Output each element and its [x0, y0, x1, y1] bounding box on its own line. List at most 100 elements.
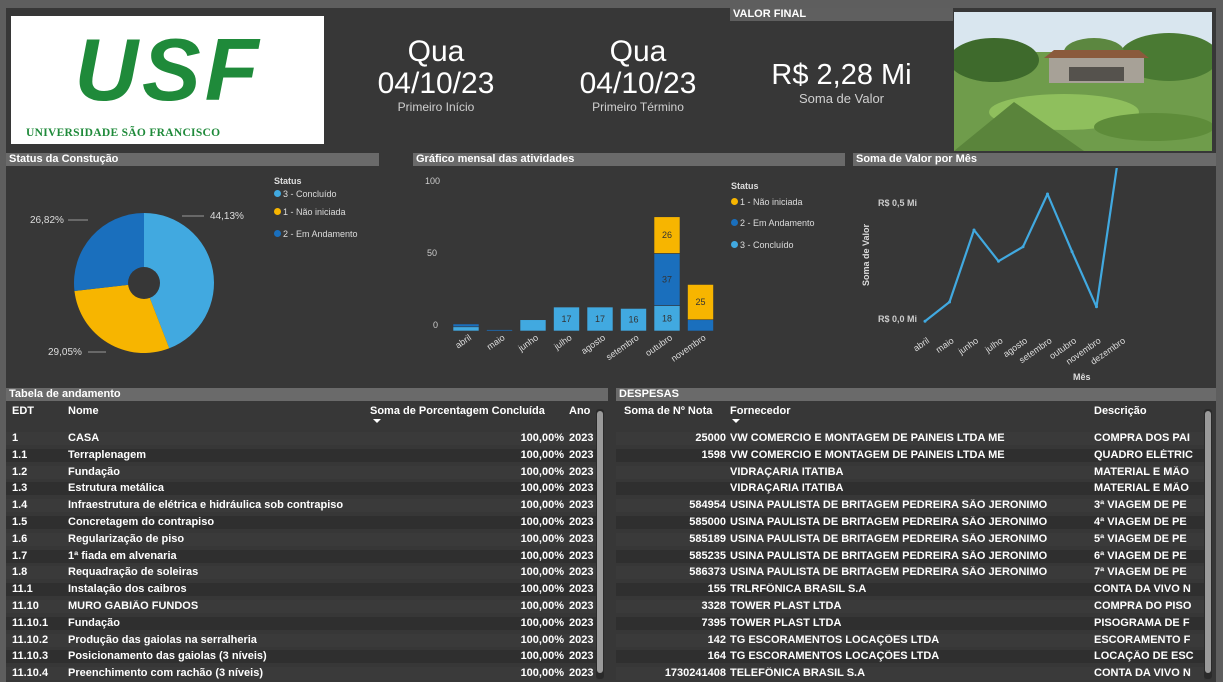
table-row[interactable]: 585235 USINA PAULISTA DE BRITAGEM PEDREIR…	[616, 549, 1204, 563]
col-edt[interactable]: EDT	[12, 403, 34, 419]
table-cell: 100,00%	[520, 448, 564, 461]
valor-point-julho[interactable]	[997, 259, 1000, 263]
col-descricao[interactable]: Descrição	[1094, 403, 1147, 419]
kpi-first-end: Qua 04/10/23 Primeiro Término	[558, 36, 718, 115]
table-cell: Produção das gaiolas na serralheria	[68, 633, 257, 646]
table-cell: 11.1	[12, 583, 33, 596]
table-row[interactable]: 1.5 Concretagem do contrapiso 100,00% 2023	[6, 516, 596, 529]
table-cell: 2023	[569, 465, 594, 478]
table-cell: 2023	[569, 616, 594, 629]
table-cell: USINA PAULISTA DE BRITAGEM PEDREIRA SÃO …	[730, 549, 1048, 562]
table-row[interactable]: 3328 TOWER PLAST LTDA COMPRA DO PISO	[616, 600, 1204, 613]
table-cell: TG ESCORAMENTOS LOCAÇÕES LTDA	[730, 633, 940, 646]
table-row[interactable]: 11.10.1 Fundação 100,00% 2023	[6, 616, 596, 630]
mlegend-item-nao-iniciada[interactable]: 1 - Não iniciada	[731, 192, 815, 212]
table-row[interactable]: VIDRAÇARIA ITATIBA MATERIAL E MÃO	[616, 465, 1204, 479]
table-cell: 7ª VIAGEM DE PE	[1094, 566, 1187, 579]
bar-junho-2[interactable]	[519, 319, 547, 332]
table-row[interactable]: 585000 USINA PAULISTA DE BRITAGEM PEDREIR…	[616, 516, 1204, 529]
bar-abril-2[interactable]	[452, 326, 480, 332]
valor-point-junho[interactable]	[972, 228, 976, 232]
mlegend-item-concluido[interactable]: 3 - Concluído	[731, 234, 815, 256]
mlegend-item-em-andamento[interactable]: 2 - Em Andamento	[731, 212, 815, 234]
kpi-start-label: Primeiro Início	[397, 100, 475, 114]
col-nota[interactable]: Soma de Nº Nota	[624, 403, 712, 419]
tabela-rows: 1 CASA 100,00% 2023 1.1 Terraplenagem 100,00% 2…	[6, 432, 601, 682]
logo-letters: USF	[74, 20, 263, 119]
table-row[interactable]: 586373 USINA PAULISTA DE BRITAGEM PEDREIR…	[616, 566, 1204, 580]
valor-point-setembro[interactable]	[1046, 192, 1049, 196]
line-xtick-maio: maio	[934, 335, 956, 354]
table-row[interactable]: 1.8 Requadração de soleiras 100,00% 2023	[6, 566, 596, 580]
col-ano[interactable]: Ano	[569, 403, 590, 419]
sort-arrow-icon-2[interactable]	[732, 419, 740, 423]
legend-item-nao-iniciada[interactable]: 1 - Não iniciada	[274, 201, 358, 223]
bar-novembro-1[interactable]	[687, 319, 714, 332]
bar-xtick-agosto: agosto	[579, 332, 607, 356]
table-row[interactable]: 11.10 MURO GABIÃO FUNDOS 100,00% 2023	[6, 600, 596, 613]
pie-hole	[128, 267, 160, 299]
table-row[interactable]: 1 CASA 100,00% 2023	[6, 432, 596, 445]
table-row[interactable]: 11.10.4 Preenchimento com rachão (3 nívei…	[6, 667, 596, 681]
table-cell: 1.2	[12, 465, 28, 478]
table-row[interactable]: 585189 USINA PAULISTA DE BRITAGEM PEDREIR…	[616, 532, 1204, 546]
table-row[interactable]: 142 TG ESCORAMENTOS LOCAÇÕES LTDA ESCORAME…	[616, 633, 1204, 647]
bar-ytick-50: 50	[427, 248, 438, 258]
table-row[interactable]: 1.6 Regularização de piso 100,00% 2023	[6, 532, 596, 546]
table-cell: 2023	[569, 532, 594, 545]
table-cell: 100,00%	[520, 616, 564, 629]
table-row[interactable]: 164 TG ESCORAMENTOS LOCAÇÕES LTDA LOCAÇÃO …	[616, 650, 1204, 664]
table-cell: USINA PAULISTA DE BRITAGEM PEDREIRA SÃO …	[730, 499, 1048, 512]
table-cell: ESCORAMENTO F	[1094, 633, 1191, 646]
bar-abril-1[interactable]	[452, 323, 480, 328]
table-row[interactable]: 1.1 Terraplenagem 100,00% 2023	[6, 448, 596, 462]
kpi-valor-value: R$ 2,28 Mi	[771, 59, 912, 91]
legend-item-em-andamento[interactable]: 2 - Em Andamento	[274, 223, 358, 245]
pie-label-nao-iniciada: 29,05%	[48, 347, 82, 358]
sort-arrow-icon[interactable]	[373, 419, 381, 423]
tabela-scroll-thumb[interactable]	[597, 411, 603, 673]
bar-maio-1[interactable]	[486, 329, 513, 332]
table-row[interactable]: 11.10.2 Produção das gaiolas na serralher…	[6, 633, 596, 647]
table-row[interactable]: 155 TRLRFÔNICA BRASIL S.A CONTA DA VIVO N	[616, 583, 1204, 597]
tabela-scrollbar[interactable]	[596, 409, 604, 679]
table-cell: VW COMERCIO E MONTAGEM DE PAINEIS LTDA M…	[730, 432, 1005, 444]
mlegend-dot-concluido	[731, 241, 738, 248]
line-xlabel: Mês	[1073, 372, 1091, 382]
table-row[interactable]: 1598 VW COMERCIO E MONTAGEM DE PAINEIS LT…	[616, 448, 1204, 462]
table-cell: QUADRO ELÉTRIC	[1094, 448, 1193, 461]
col-nome[interactable]: Nome	[68, 403, 99, 419]
table-row[interactable]: VIDRAÇARIA ITATIBA MATERIAL E MÃO	[616, 482, 1204, 496]
table-cell: 1ª fiada em alvenaria	[68, 549, 177, 562]
table-row[interactable]: 1.7 1ª fiada em alvenaria 100,00% 2023	[6, 549, 596, 563]
table-cell: Terraplenagem	[68, 448, 147, 461]
table-row[interactable]: 584954 USINA PAULISTA DE BRITAGEM PEDREIR…	[616, 499, 1204, 513]
valor-point-outubro[interactable]	[1070, 250, 1074, 254]
bar-label-novembro-0: 25	[695, 297, 705, 307]
valor-point-abril[interactable]	[923, 319, 927, 323]
legend-item-concluido[interactable]: 3 - Concluído	[274, 187, 358, 201]
table-cell: 100,00%	[520, 482, 564, 495]
despesas-scrollbar[interactable]	[1204, 409, 1212, 679]
despesas-scroll-thumb[interactable]	[1205, 411, 1211, 673]
table-row[interactable]: 11.10.3 Posicionamento das gaiolas (3 nív…	[6, 650, 596, 664]
valor-point-agosto[interactable]	[1021, 245, 1025, 249]
status-legend: Status 3 - Concluído 1 - Não iniciada 2 …	[274, 176, 358, 245]
table-cell: Instalação dos caibros	[68, 583, 187, 596]
col-porcentagem[interactable]: Soma de Porcentagem Concluída	[370, 403, 545, 419]
table-row[interactable]: 1.4 Infraestrutura de elétrica e hidráuli…	[6, 499, 596, 513]
valor-point-novembro[interactable]	[1095, 305, 1098, 309]
col-fornecedor[interactable]: Fornecedor	[730, 403, 791, 419]
valor-line[interactable]	[924, 168, 1121, 323]
kpi-valor-label: Soma de Valor	[798, 91, 885, 106]
table-cell: 2023	[569, 650, 594, 663]
valor-point-maio[interactable]	[948, 300, 951, 304]
table-row[interactable]: 25000 VW COMERCIO E MONTAGEM DE PAINEIS L…	[616, 432, 1204, 445]
table-row[interactable]: 1.3 Estrutura metálica 100,00% 2023	[6, 482, 596, 496]
table-row[interactable]: 1.2 Fundação 100,00% 2023	[6, 465, 596, 479]
table-cell: 2023	[569, 566, 594, 579]
house-photo-art	[954, 12, 1212, 151]
table-row[interactable]: 1730241408 TELEFÔNICA BRASIL S.A CONTA DA …	[616, 667, 1204, 681]
table-row[interactable]: 11.1 Instalação dos caibros 100,00% 2023	[6, 583, 596, 597]
table-row[interactable]: 7395 TOWER PLAST LTDA PISOGRAMA DE F	[616, 616, 1204, 630]
